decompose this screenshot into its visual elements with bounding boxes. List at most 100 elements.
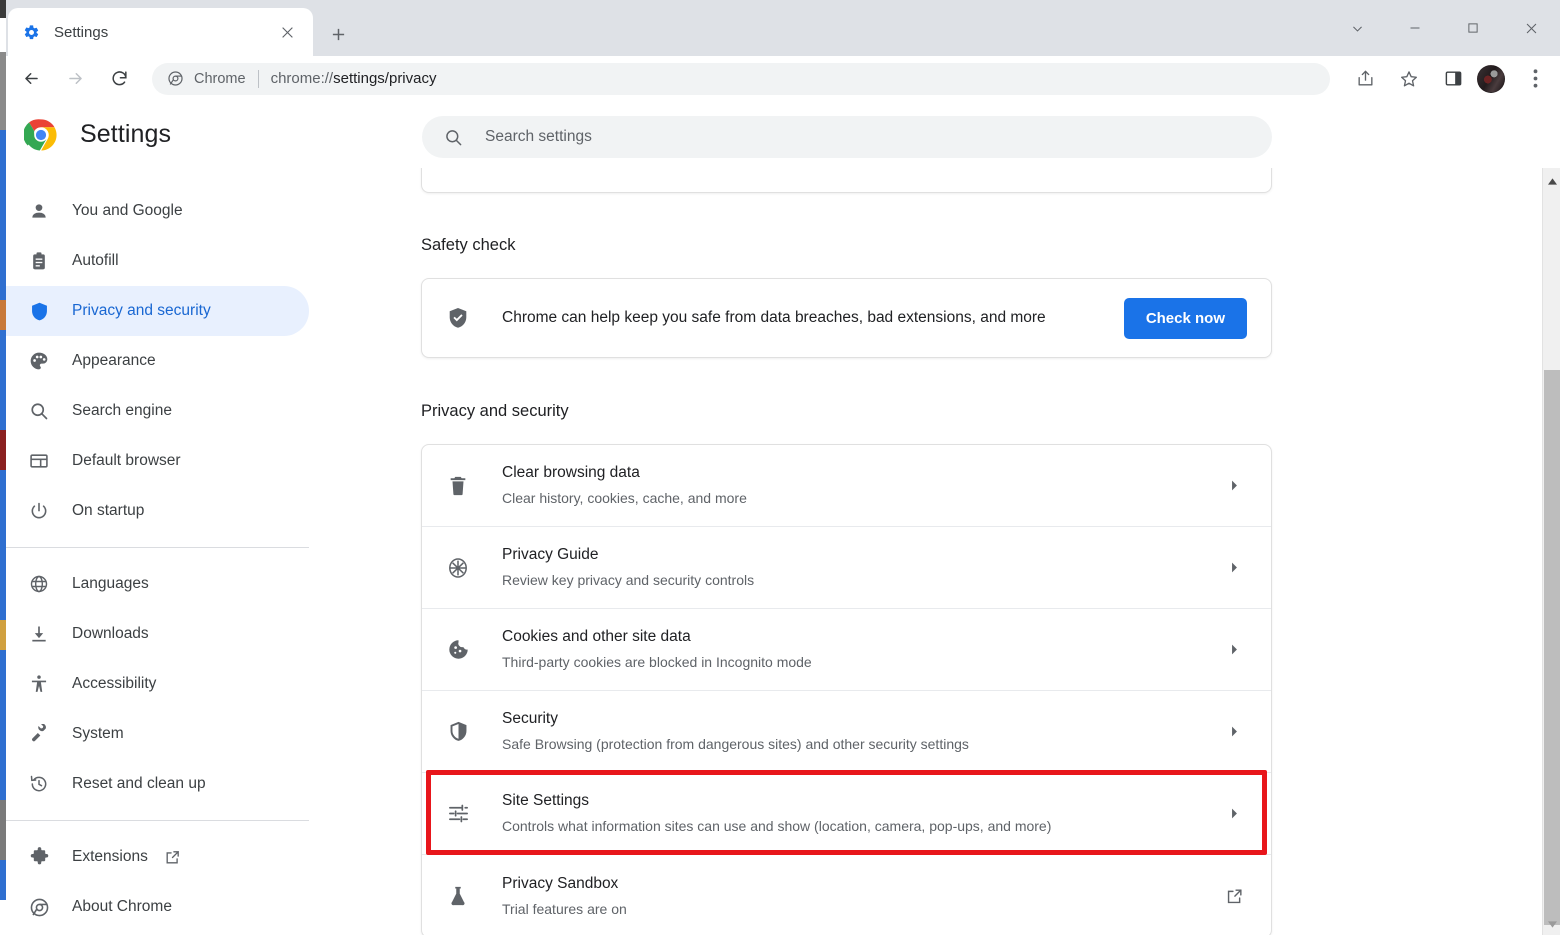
browser-window-icon xyxy=(28,450,50,472)
sidebar-item-label: Reset and clean up xyxy=(72,775,206,792)
sidebar-item-you-and-google[interactable]: You and Google xyxy=(0,186,309,236)
share-icon[interactable] xyxy=(1346,60,1384,98)
privacy-row-text: Clear browsing data Clear history, cooki… xyxy=(502,462,1221,509)
puzzle-icon xyxy=(28,846,50,868)
sidebar-item-label: Privacy and security xyxy=(72,302,211,319)
clipboard-icon xyxy=(28,250,50,272)
tab-title: Settings xyxy=(54,23,109,41)
sidebar-item-extensions[interactable]: Extensions xyxy=(0,832,309,882)
sidebar-item-system[interactable]: System xyxy=(0,709,309,759)
shield-check-icon xyxy=(446,306,470,330)
row-subtitle: Clear history, cookies, cache, and more xyxy=(502,490,747,506)
maximize-icon[interactable] xyxy=(1444,8,1502,48)
row-subtitle: Trial features are on xyxy=(502,900,627,917)
sidebar-item-languages[interactable]: Languages xyxy=(0,559,309,609)
search-icon xyxy=(444,128,463,147)
forward-arrow-icon[interactable] xyxy=(56,60,94,98)
browser-tab-settings[interactable]: Settings xyxy=(8,8,313,56)
toolbar-actions xyxy=(1340,60,1560,98)
accessibility-icon xyxy=(28,673,50,695)
power-icon xyxy=(28,500,50,522)
sidebar-group-2: Languages Downloads Accessibility System… xyxy=(0,559,319,809)
reload-icon[interactable] xyxy=(100,60,138,98)
row-title: Site Settings xyxy=(502,792,590,809)
compass-icon xyxy=(446,556,470,580)
sidebar-item-label: Downloads xyxy=(72,625,149,642)
privacy-row-text: Privacy Guide Review key privacy and sec… xyxy=(502,544,1221,591)
scroll-down-arrow-icon[interactable] xyxy=(1543,915,1560,933)
search-input[interactable]: Search settings xyxy=(422,116,1272,158)
omnibox-separator xyxy=(257,69,259,88)
privacy-row-text: Security Safe Browsing (protection from … xyxy=(502,708,1221,755)
chevron-right-icon[interactable] xyxy=(1221,643,1247,656)
privacy-row-privacy-sandbox[interactable]: Privacy Sandbox Trial features are on xyxy=(422,855,1271,935)
page-scrollbar[interactable] xyxy=(1542,168,1560,935)
chrome-logo xyxy=(23,118,58,152)
globe-icon xyxy=(28,573,50,595)
star-icon[interactable] xyxy=(1390,60,1428,98)
privacy-row-security[interactable]: Security Safe Browsing (protection from … xyxy=(422,691,1271,773)
sidebar-item-reset-and-clean-up[interactable]: Reset and clean up xyxy=(0,759,309,809)
omnibox-url: chrome://settings/privacy xyxy=(271,70,437,87)
row-title: Privacy Guide xyxy=(502,546,599,563)
tune-sliders-icon xyxy=(446,802,470,826)
row-title: Cookies and other site data xyxy=(502,628,691,645)
settings-main-column: Safety check Chrome can help keep you sa… xyxy=(320,168,1542,935)
sidebar-item-search-engine[interactable]: Search engine xyxy=(0,386,309,436)
row-subtitle: Safe Browsing (protection from dangerous… xyxy=(502,736,969,752)
sidebar-item-about-chrome[interactable]: About Chrome xyxy=(0,882,309,932)
sidebar-item-autofill[interactable]: Autofill xyxy=(0,236,309,286)
flask-icon xyxy=(446,884,470,908)
history-restore-icon xyxy=(28,773,50,795)
sidebar-item-label: Autofill xyxy=(72,252,119,269)
sidebar-item-accessibility[interactable]: Accessibility xyxy=(0,659,309,709)
sidebar-item-default-browser[interactable]: Default browser xyxy=(0,436,309,486)
wrench-icon xyxy=(28,723,50,745)
avatar[interactable] xyxy=(1477,64,1505,93)
page-title: Settings xyxy=(80,120,172,148)
privacy-row-clear-browsing-data[interactable]: Clear browsing data Clear history, cooki… xyxy=(422,445,1271,527)
privacy-row-cookies[interactable]: Cookies and other site data Third-party … xyxy=(422,609,1271,691)
check-now-button[interactable]: Check now xyxy=(1123,297,1247,339)
background-window-edge xyxy=(0,0,6,935)
back-arrow-icon[interactable] xyxy=(12,60,50,98)
privacy-row-site-settings[interactable]: Site Settings Controls what information … xyxy=(422,773,1271,855)
sidebar-item-downloads[interactable]: Downloads xyxy=(0,609,309,659)
new-tab-button[interactable] xyxy=(322,18,354,50)
shield-icon xyxy=(28,300,50,322)
three-dot-menu-icon[interactable] xyxy=(1516,60,1554,98)
address-bar[interactable]: Chrome chrome://settings/privacy xyxy=(152,62,1330,95)
scrollbar-thumb[interactable] xyxy=(1544,370,1560,925)
scroll-up-arrow-icon[interactable] xyxy=(1543,172,1560,190)
sidebar-group-1: You and Google Autofill Privacy and secu… xyxy=(0,186,319,536)
trash-icon xyxy=(446,474,470,498)
privacy-section-title: Privacy and security xyxy=(421,402,569,420)
sidebar-item-appearance[interactable]: Appearance xyxy=(0,336,309,386)
minimize-icon[interactable] xyxy=(1386,8,1444,48)
side-panel-icon[interactable] xyxy=(1434,60,1472,98)
sidebar-item-label: Accessibility xyxy=(72,675,157,692)
privacy-row-privacy-guide[interactable]: Privacy Guide Review key privacy and sec… xyxy=(422,527,1271,609)
cookie-icon xyxy=(446,638,470,662)
chevron-right-icon[interactable] xyxy=(1221,725,1247,738)
sidebar-item-label: About Chrome xyxy=(72,898,172,915)
sidebar-item-label: You and Google xyxy=(72,202,183,219)
tab-search-icon[interactable] xyxy=(1328,8,1386,48)
privacy-row-text: Site Settings Controls what information … xyxy=(502,790,1221,837)
close-window-icon[interactable] xyxy=(1502,8,1560,48)
chevron-right-icon[interactable] xyxy=(1221,807,1247,820)
chevron-right-icon[interactable] xyxy=(1221,479,1247,492)
sidebar-item-privacy-and-security[interactable]: Privacy and security xyxy=(0,286,309,336)
close-icon[interactable] xyxy=(275,20,299,44)
browser-toolbar: Chrome chrome://settings/privacy xyxy=(0,56,1560,102)
download-icon xyxy=(28,623,50,645)
sidebar-divider xyxy=(0,820,309,821)
external-link-icon[interactable] xyxy=(1221,887,1247,906)
gear-icon xyxy=(22,23,40,41)
external-link-icon xyxy=(164,849,181,866)
chevron-right-icon[interactable] xyxy=(1221,561,1247,574)
settings-sidebar: You and Google Autofill Privacy and secu… xyxy=(0,168,320,935)
tab-strip: Settings xyxy=(0,0,1560,56)
sidebar-item-on-startup[interactable]: On startup xyxy=(0,486,309,536)
browser-window: Settings Chrome chrome://settings/privac… xyxy=(0,0,1560,935)
